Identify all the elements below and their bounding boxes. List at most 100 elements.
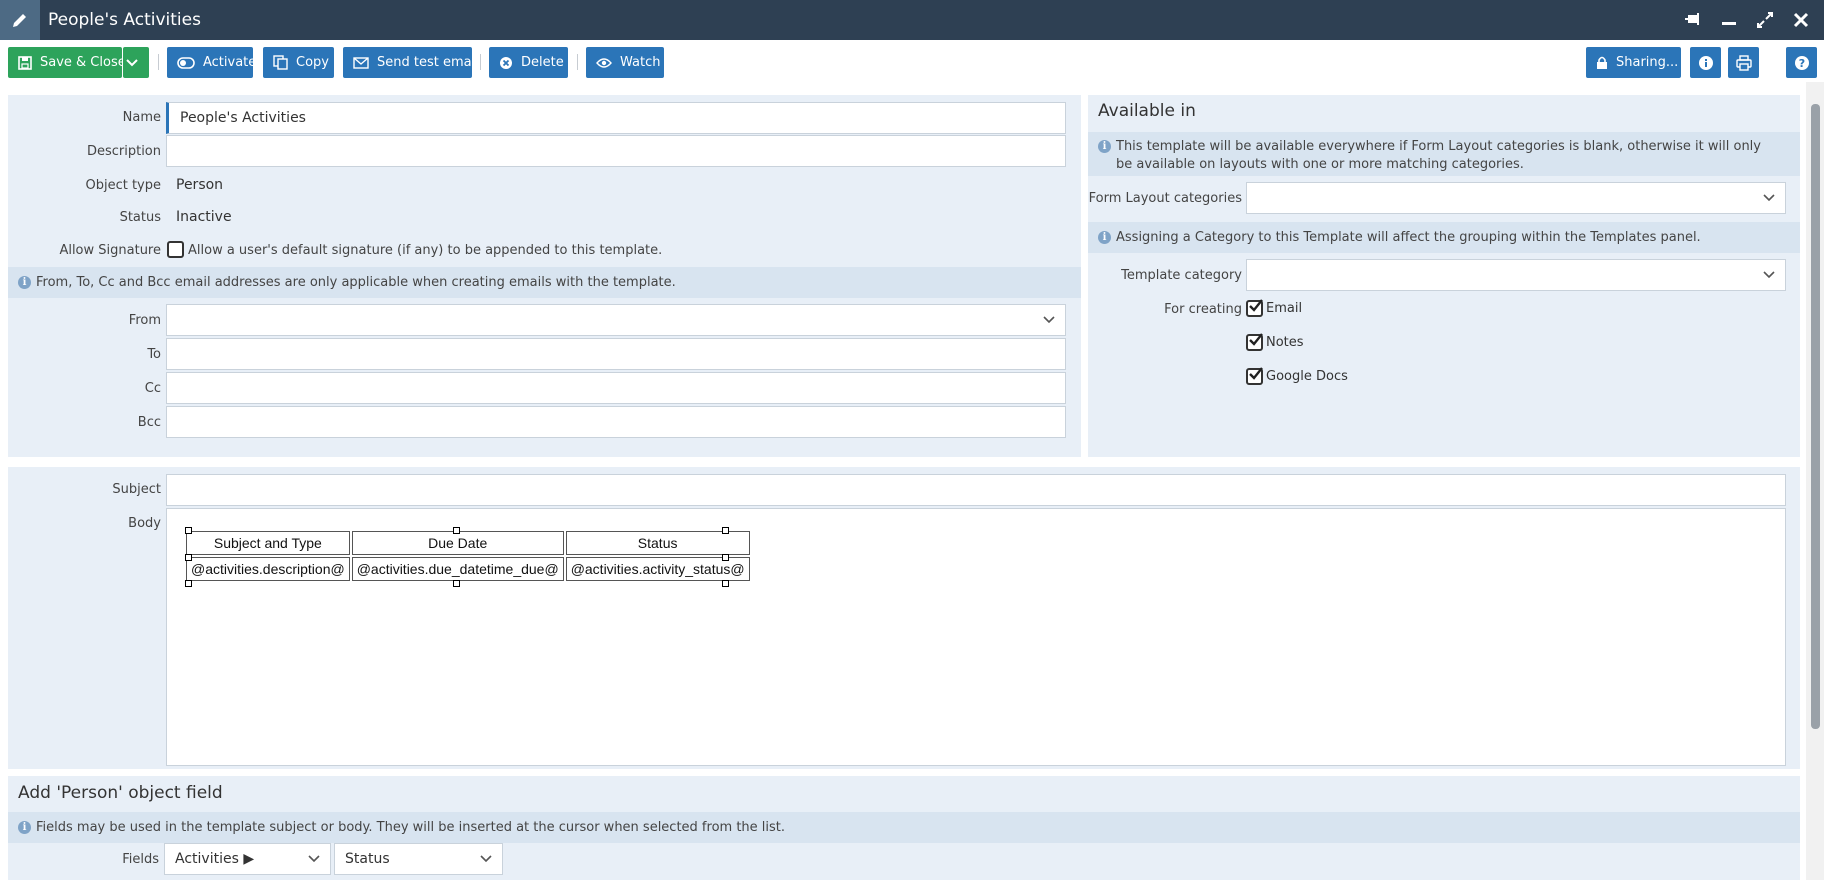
for-creating-email[interactable]: Email: [1246, 299, 1303, 317]
for-creating-label: For creating: [1164, 302, 1242, 317]
copy-icon: [273, 55, 288, 70]
body-table[interactable]: Subject and Type Due Date Status @activi…: [184, 529, 752, 583]
description-label: Description: [86, 144, 161, 159]
copy-button[interactable]: Copy: [263, 47, 334, 78]
resize-handle[interactable]: [185, 527, 192, 534]
subject-input[interactable]: [166, 474, 1786, 506]
table-header-cell[interactable]: Subject and Type: [186, 531, 350, 555]
email-info-text: From, To, Cc and Bcc email addresses are…: [36, 275, 676, 290]
send-test-email-label: Send test email: [377, 55, 479, 70]
help-icon: ?: [1794, 55, 1809, 70]
scrollbar-thumb[interactable]: [1811, 104, 1820, 729]
resize-handle[interactable]: [453, 580, 460, 587]
allow-signature-label: Allow Signature: [59, 243, 161, 258]
table-cell[interactable]: @activities.due_datetime_due@: [351, 557, 564, 581]
subject-label: Subject: [112, 482, 161, 497]
allow-signature-text: Allow a user's default signature (if any…: [188, 243, 663, 258]
name-label: Name: [122, 110, 161, 125]
sharing-button[interactable]: Sharing...: [1586, 47, 1681, 78]
available-info-band: i This template will be available everyw…: [1088, 132, 1800, 176]
email-option-label: Email: [1266, 301, 1303, 316]
delete-button[interactable]: Delete: [489, 47, 568, 78]
table-header-cell[interactable]: Status: [565, 531, 750, 555]
google-docs-option-label: Google Docs: [1266, 369, 1348, 384]
field-select-value: Activities ▶: [175, 851, 255, 867]
activate-label: Activate: [203, 55, 257, 70]
available-in-heading: Available in: [1098, 101, 1196, 121]
save-options-dropdown[interactable]: [123, 47, 149, 78]
minimize-icon[interactable]: [1716, 8, 1742, 32]
bcc-label: Bcc: [137, 415, 161, 430]
form-layout-label: Form Layout categories: [1088, 191, 1242, 206]
printer-icon: [1735, 54, 1752, 71]
eye-icon: [596, 57, 612, 68]
watch-button[interactable]: Watch: [586, 47, 664, 78]
from-select[interactable]: [166, 304, 1066, 336]
delete-label: Delete: [521, 55, 564, 70]
save-close-label: Save & Close: [40, 55, 126, 70]
object-type-value: Person: [176, 177, 224, 193]
table-header-row: Subject and Type Due Date Status: [186, 531, 750, 555]
toolbar-divider: [480, 54, 481, 70]
for-creating-google-docs[interactable]: Google Docs: [1246, 367, 1348, 385]
info-icon: i: [18, 821, 31, 834]
resize-handle[interactable]: [185, 580, 192, 587]
field-select[interactable]: Activities ▶: [164, 843, 331, 875]
status-label: Status: [119, 210, 161, 225]
title-bar: [0, 0, 1824, 40]
bcc-input[interactable]: [166, 406, 1066, 438]
subfield-select-value: Status: [345, 851, 390, 867]
resize-handle[interactable]: [722, 527, 729, 534]
subfield-select[interactable]: Status: [334, 843, 503, 875]
pin-icon[interactable]: [1681, 8, 1707, 32]
chevron-down-icon: [126, 58, 138, 66]
chevron-down-icon: [480, 855, 492, 863]
save-close-button[interactable]: Save & Close: [8, 47, 126, 78]
envelope-icon: [353, 56, 369, 69]
activate-button[interactable]: Activate: [167, 47, 257, 78]
fields-info-text: Fields may be used in the template subje…: [36, 820, 786, 835]
to-label: To: [147, 347, 161, 362]
for-creating-notes[interactable]: Notes: [1246, 333, 1304, 351]
body-label: Body: [128, 516, 161, 531]
help-button[interactable]: ?: [1786, 47, 1817, 78]
restore-icon[interactable]: [1752, 8, 1778, 32]
fields-info-band: i Fields may be used in the template sub…: [8, 812, 1800, 843]
chevron-down-icon: [1763, 194, 1775, 202]
google-docs-checkbox[interactable]: [1246, 367, 1263, 385]
template-category-select[interactable]: [1246, 259, 1786, 291]
info-icon: i: [1098, 140, 1111, 153]
send-test-email-button[interactable]: Send test email: [343, 47, 479, 78]
checkmark-icon: [1249, 299, 1263, 312]
description-input[interactable]: [166, 135, 1066, 167]
notes-option-label: Notes: [1266, 335, 1304, 350]
to-input[interactable]: [166, 338, 1066, 370]
info-button[interactable]: [1690, 47, 1721, 78]
print-button[interactable]: [1728, 47, 1759, 78]
cc-input[interactable]: [166, 372, 1066, 404]
allow-signature-checkbox[interactable]: [167, 241, 184, 258]
name-input[interactable]: People's Activities: [166, 102, 1066, 134]
table-header-cell[interactable]: Due Date: [351, 531, 564, 555]
checkmark-icon: [1249, 367, 1263, 380]
email-info-band: i From, To, Cc and Bcc email addresses a…: [8, 267, 1081, 298]
resize-handle[interactable]: [722, 554, 729, 561]
available-info-text: This template will be available everywhe…: [1116, 139, 1761, 172]
save-icon: [18, 55, 32, 70]
table-cell[interactable]: @activities.description@: [186, 557, 350, 581]
resize-handle[interactable]: [185, 554, 192, 561]
toolbar-divider: [158, 54, 159, 70]
close-icon[interactable]: [1788, 8, 1814, 32]
status-value: Inactive: [176, 209, 232, 225]
chevron-down-icon: [1763, 271, 1775, 279]
resize-handle[interactable]: [722, 580, 729, 587]
name-value: People's Activities: [180, 110, 306, 126]
template-category-label: Template category: [1121, 268, 1242, 283]
notes-checkbox[interactable]: [1246, 333, 1263, 351]
lock-icon: [1597, 56, 1607, 69]
body-editor[interactable]: Subject and Type Due Date Status @activi…: [166, 508, 1786, 766]
email-checkbox[interactable]: [1246, 299, 1263, 317]
form-layout-select[interactable]: [1246, 182, 1786, 214]
resize-handle[interactable]: [453, 527, 460, 534]
category-info-band: i Assigning a Category to this Template …: [1088, 222, 1800, 253]
